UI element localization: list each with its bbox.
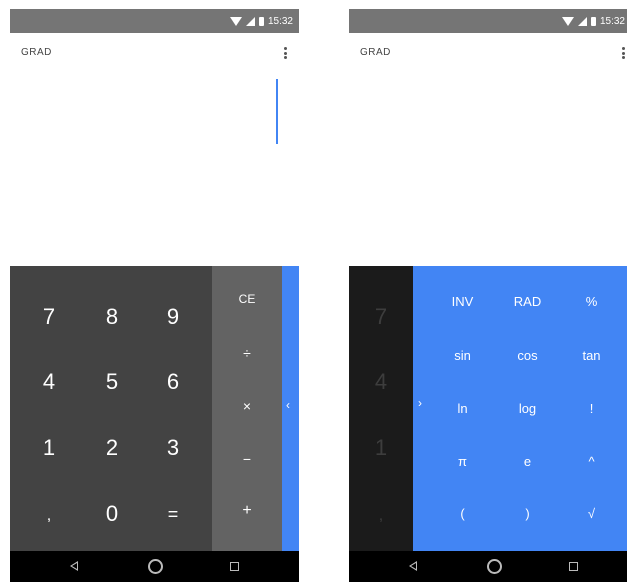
key-4: 4 bbox=[374, 369, 388, 394]
key-close-paren[interactable]: ) bbox=[495, 485, 560, 542]
battery-icon bbox=[590, 16, 596, 26]
key-pi[interactable]: π bbox=[430, 433, 495, 490]
key-0[interactable]: 0 bbox=[80, 480, 144, 548]
key-log[interactable]: log bbox=[495, 380, 560, 437]
calculator-display[interactable]: GRAD bbox=[10, 33, 299, 266]
key-8[interactable]: 8 bbox=[80, 283, 144, 351]
advanced-panel-handle[interactable]: ‹ bbox=[282, 266, 299, 551]
key-7: 7 bbox=[374, 304, 388, 329]
recents-icon[interactable] bbox=[230, 562, 239, 571]
key-2[interactable]: 2 bbox=[80, 414, 144, 482]
calculator-screen-basic: 15:32 GRAD 7 8 9 4 5 6 1 2 3 , 0 = CE ÷ … bbox=[10, 9, 299, 582]
key-inv[interactable]: INV bbox=[430, 273, 495, 330]
key-open-paren[interactable]: ( bbox=[430, 485, 495, 542]
key-1[interactable]: 1 bbox=[17, 414, 81, 482]
calculator-display[interactable]: GRAD bbox=[349, 33, 627, 266]
key-tan[interactable]: tan bbox=[559, 327, 624, 384]
home-icon[interactable] bbox=[487, 559, 502, 574]
navigation-bar bbox=[349, 551, 627, 582]
keypad: 7 4 1 , › INV RAD % sin cos tan ln log !… bbox=[349, 266, 627, 551]
status-time: 15:32 bbox=[267, 15, 293, 27]
calculator-screen-advanced: 15:32 GRAD 7 4 1 , › INV RAD % sin cos t… bbox=[349, 9, 627, 582]
navigation-bar bbox=[10, 551, 299, 582]
numpad: 7 8 9 4 5 6 1 2 3 , 0 = bbox=[10, 266, 212, 551]
key-decimal: , bbox=[378, 507, 384, 524]
key-ln[interactable]: ln bbox=[430, 380, 495, 437]
angle-mode-label: GRAD bbox=[21, 47, 52, 58]
status-icons: 15:32 bbox=[561, 14, 625, 28]
key-9[interactable]: 9 bbox=[141, 283, 205, 351]
key-decimal[interactable]: , bbox=[17, 482, 81, 550]
keypad: 7 8 9 4 5 6 1 2 3 , 0 = CE ÷ × − + ‹ bbox=[10, 266, 299, 551]
chevron-right-icon[interactable]: › bbox=[418, 396, 422, 410]
key-5[interactable]: 5 bbox=[80, 348, 144, 416]
angle-mode-label: GRAD bbox=[360, 47, 391, 58]
back-icon[interactable] bbox=[409, 561, 417, 571]
key-rad[interactable]: RAD bbox=[495, 273, 560, 330]
chevron-left-icon: ‹ bbox=[286, 398, 290, 412]
overflow-menu-icon[interactable] bbox=[622, 47, 625, 59]
recents-icon[interactable] bbox=[569, 562, 578, 571]
key-cos[interactable]: cos bbox=[495, 327, 560, 384]
key-6[interactable]: 6 bbox=[141, 348, 205, 416]
overflow-menu-icon[interactable] bbox=[284, 47, 287, 59]
status-time: 15:32 bbox=[599, 15, 625, 27]
operator-pad: CE ÷ × − + bbox=[212, 266, 282, 551]
key-4[interactable]: 4 bbox=[17, 348, 81, 416]
key-divide[interactable]: ÷ bbox=[212, 324, 282, 381]
key-clear[interactable]: CE bbox=[212, 270, 282, 327]
key-1: 1 bbox=[374, 435, 388, 460]
key-percent[interactable]: % bbox=[559, 273, 624, 330]
status-bar: 15:32 bbox=[10, 9, 299, 33]
wifi-icon bbox=[229, 16, 242, 26]
key-add[interactable]: + bbox=[212, 482, 282, 539]
advanced-panel: › INV RAD % sin cos tan ln log ! π e ^ (… bbox=[413, 266, 627, 551]
status-icons: 15:32 bbox=[229, 14, 293, 28]
text-cursor bbox=[276, 79, 278, 144]
key-3[interactable]: 3 bbox=[141, 414, 205, 482]
home-icon[interactable] bbox=[148, 559, 163, 574]
back-icon[interactable] bbox=[70, 561, 78, 571]
cell-signal-icon bbox=[245, 16, 255, 26]
key-7[interactable]: 7 bbox=[17, 283, 81, 351]
key-subtract[interactable]: − bbox=[212, 430, 282, 487]
key-sin[interactable]: sin bbox=[430, 327, 495, 384]
cell-signal-icon bbox=[577, 16, 587, 26]
key-factorial[interactable]: ! bbox=[559, 380, 624, 437]
key-equals[interactable]: = bbox=[141, 480, 205, 548]
key-e[interactable]: e bbox=[495, 433, 560, 490]
wifi-icon bbox=[561, 16, 574, 26]
key-multiply[interactable]: × bbox=[212, 377, 282, 434]
key-power[interactable]: ^ bbox=[559, 433, 624, 490]
key-sqrt[interactable]: √ bbox=[559, 485, 624, 542]
numpad-dimmed: 7 4 1 , bbox=[349, 266, 413, 551]
battery-icon bbox=[258, 16, 264, 26]
status-bar: 15:32 bbox=[349, 9, 627, 33]
